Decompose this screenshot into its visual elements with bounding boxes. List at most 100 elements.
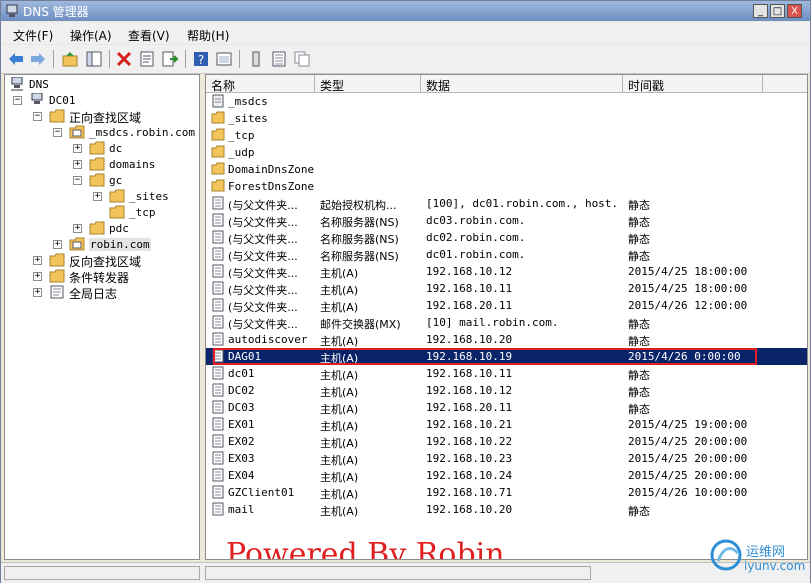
folder-row[interactable]: DomainDnsZones (206, 161, 807, 178)
expand-toggle[interactable]: + (53, 240, 62, 249)
cell-type: 名称服务器(NS) (320, 216, 399, 229)
cell-type: 主机(A) (320, 284, 359, 297)
cell-name: EX04 (228, 469, 255, 482)
expand-toggle[interactable]: + (33, 272, 42, 281)
collapse-toggle[interactable]: − (53, 128, 62, 137)
record-row[interactable]: dc01 主机(A) 192.168.10.11 静态 (206, 365, 807, 382)
watermark-text: Powered By Robin (226, 537, 505, 560)
collapse-toggle[interactable]: − (33, 112, 42, 121)
minimize-button[interactable]: _ (753, 4, 768, 18)
folder-icon (89, 157, 105, 171)
cell-data: 192.168.20.11 (426, 299, 513, 312)
cell-data: 192.168.10.20 (426, 333, 513, 346)
record-row[interactable]: (与父文件夹... 名称服务器(NS) dc03.robin.com. 静态 (206, 212, 807, 229)
record-row[interactable]: (与父文件夹... 主机(A) 192.168.20.11 2015/4/26 12:… (206, 297, 807, 314)
cell-type: 邮件交换器(MX) (320, 318, 401, 331)
record-row[interactable]: (与父文件夹... 邮件交换器(MX) [10] mail.robin.com. 静态 (206, 314, 807, 331)
svg-text:?: ? (198, 53, 204, 67)
cell-name: (与父文件夹... (228, 216, 298, 229)
server-icon (31, 93, 43, 104)
menu-help[interactable]: 帮助(H) (187, 27, 229, 44)
properties-icon[interactable] (138, 50, 156, 68)
delete-icon[interactable] (115, 50, 133, 68)
expand-toggle[interactable]: + (73, 224, 82, 233)
cell-type: 主机(A) (320, 505, 359, 518)
folder-row[interactable]: ForestDnsZones (206, 178, 807, 195)
cell-name: (与父文件夹... (228, 250, 298, 263)
server-icon[interactable] (247, 50, 265, 68)
record-row[interactable]: EX03 主机(A) 192.168.10.23 2015/4/25 20:00:00 (206, 450, 807, 467)
record-row[interactable]: (与父文件夹... 主机(A) 192.168.10.12 2015/4/25 18:… (206, 263, 807, 280)
record-row[interactable]: (与父文件夹... 名称服务器(NS) dc02.robin.com. 静态 (206, 229, 807, 246)
tree-label: gc (109, 174, 123, 187)
record-row[interactable]: DC02 主机(A) 192.168.10.12 静态 (206, 382, 807, 399)
expand-toggle[interactable]: + (93, 192, 102, 201)
record-row[interactable]: EX01 主机(A) 192.168.10.21 2015/4/25 19:00:00 (206, 416, 807, 433)
help-icon[interactable]: ? (192, 50, 210, 68)
tree-label: DNS (29, 78, 49, 91)
record-row[interactable]: DC03 主机(A) 192.168.20.11 静态 (206, 399, 807, 416)
menu-action[interactable]: 操作(A) (70, 27, 112, 44)
expand-toggle[interactable]: + (73, 144, 82, 153)
cell-data: 192.168.10.11 (426, 282, 513, 295)
cell-data: 192.168.10.11 (426, 367, 513, 380)
folder-row[interactable]: _tcp (206, 127, 807, 144)
column-header-timestamp[interactable]: 时间戳 (628, 77, 664, 94)
folder-row[interactable]: _sites (206, 110, 807, 127)
dns-app-icon (6, 4, 18, 17)
cell-ts: 2015/4/25 18:00:00 (628, 282, 748, 295)
records-list[interactable]: 名称 类型 数据 时间戳 _msdcs _sites _tcp _udp DomainD… (205, 74, 808, 560)
close-button[interactable]: X (787, 4, 802, 18)
console-tree[interactable]: DNS − DC01 − 正向查找区域 − _msdcs.robin.com +… (4, 74, 200, 560)
record-row[interactable]: GZClient01 主机(A) 192.168.10.71 2015/4/26 10… (206, 484, 807, 501)
record-row[interactable]: autodiscover 主机(A) 192.168.10.20 静态 (206, 331, 807, 348)
record-row[interactable]: mail 主机(A) 192.168.10.20 静态 (206, 501, 807, 518)
tree-label: 正向查找区域 (69, 111, 142, 125)
tree-label: dc (109, 142, 123, 155)
export-icon[interactable] (161, 50, 179, 68)
folder-icon (211, 128, 225, 141)
cell-ts: 2015/4/26 10:00:00 (628, 486, 748, 499)
folder-row[interactable]: _udp (206, 144, 807, 161)
back-icon[interactable] (7, 50, 25, 68)
menu-file[interactable]: 文件(F) (13, 27, 53, 44)
record-icon (212, 332, 224, 346)
title-bar[interactable]: DNS 管理器 _ □ X (1, 1, 810, 21)
expand-toggle[interactable]: + (33, 288, 42, 297)
folder-row[interactable]: _msdcs (206, 93, 807, 110)
dns-manager-window: DNS 管理器 _ □ X 文件(F) 操作(A) 查看(V) 帮助(H) ? … (0, 0, 811, 583)
column-header-data[interactable]: 数据 (426, 77, 450, 94)
record-icon (212, 366, 224, 380)
copy-icon[interactable] (293, 50, 311, 68)
record-row[interactable]: (与父文件夹... 名称服务器(NS) dc01.robin.com. 静态 (206, 246, 807, 263)
record-row[interactable]: DAG01 主机(A) 192.168.10.19 2015/4/26 0:00:00 (206, 348, 807, 365)
column-header-name[interactable]: 名称 (211, 77, 235, 94)
list-icon[interactable] (270, 50, 288, 68)
record-row[interactable]: EX02 主机(A) 192.168.10.22 2015/4/25 20:00:00 (206, 433, 807, 450)
column-header-type[interactable]: 类型 (320, 77, 344, 94)
cell-type: 主机(A) (320, 420, 359, 433)
record-row[interactable]: (与父文件夹... 起始授权机构... [100], dc01.robin.com.… (206, 195, 807, 212)
menu-view[interactable]: 查看(V) (128, 27, 170, 44)
folder-icon (211, 111, 225, 124)
forward-icon[interactable] (29, 50, 47, 68)
expand-toggle[interactable]: + (73, 160, 82, 169)
cell-name: DC03 (228, 401, 255, 414)
record-row[interactable]: EX04 主机(A) 192.168.10.24 2015/4/25 20:00:00 (206, 467, 807, 484)
collapse-toggle[interactable]: − (73, 176, 82, 185)
cell-name: DomainDnsZones (228, 163, 314, 176)
cell-name: (与父文件夹... (228, 233, 298, 246)
cell-type: 主机(A) (320, 267, 359, 280)
maximize-button[interactable]: □ (770, 4, 785, 18)
console-icon[interactable] (215, 50, 233, 68)
expand-toggle[interactable]: + (33, 256, 42, 265)
status-pane (4, 566, 200, 580)
cell-ts: 2015/4/25 20:00:00 (628, 452, 748, 465)
cell-name: _udp (228, 146, 255, 159)
up-folder-icon[interactable] (61, 50, 79, 68)
record-row[interactable]: (与父文件夹... 主机(A) 192.168.10.11 2015/4/25 18:… (206, 280, 807, 297)
collapse-toggle[interactable]: − (13, 96, 22, 105)
record-icon (212, 451, 224, 465)
show-tree-icon[interactable] (85, 50, 103, 68)
tree-label: DC01 (49, 94, 76, 107)
